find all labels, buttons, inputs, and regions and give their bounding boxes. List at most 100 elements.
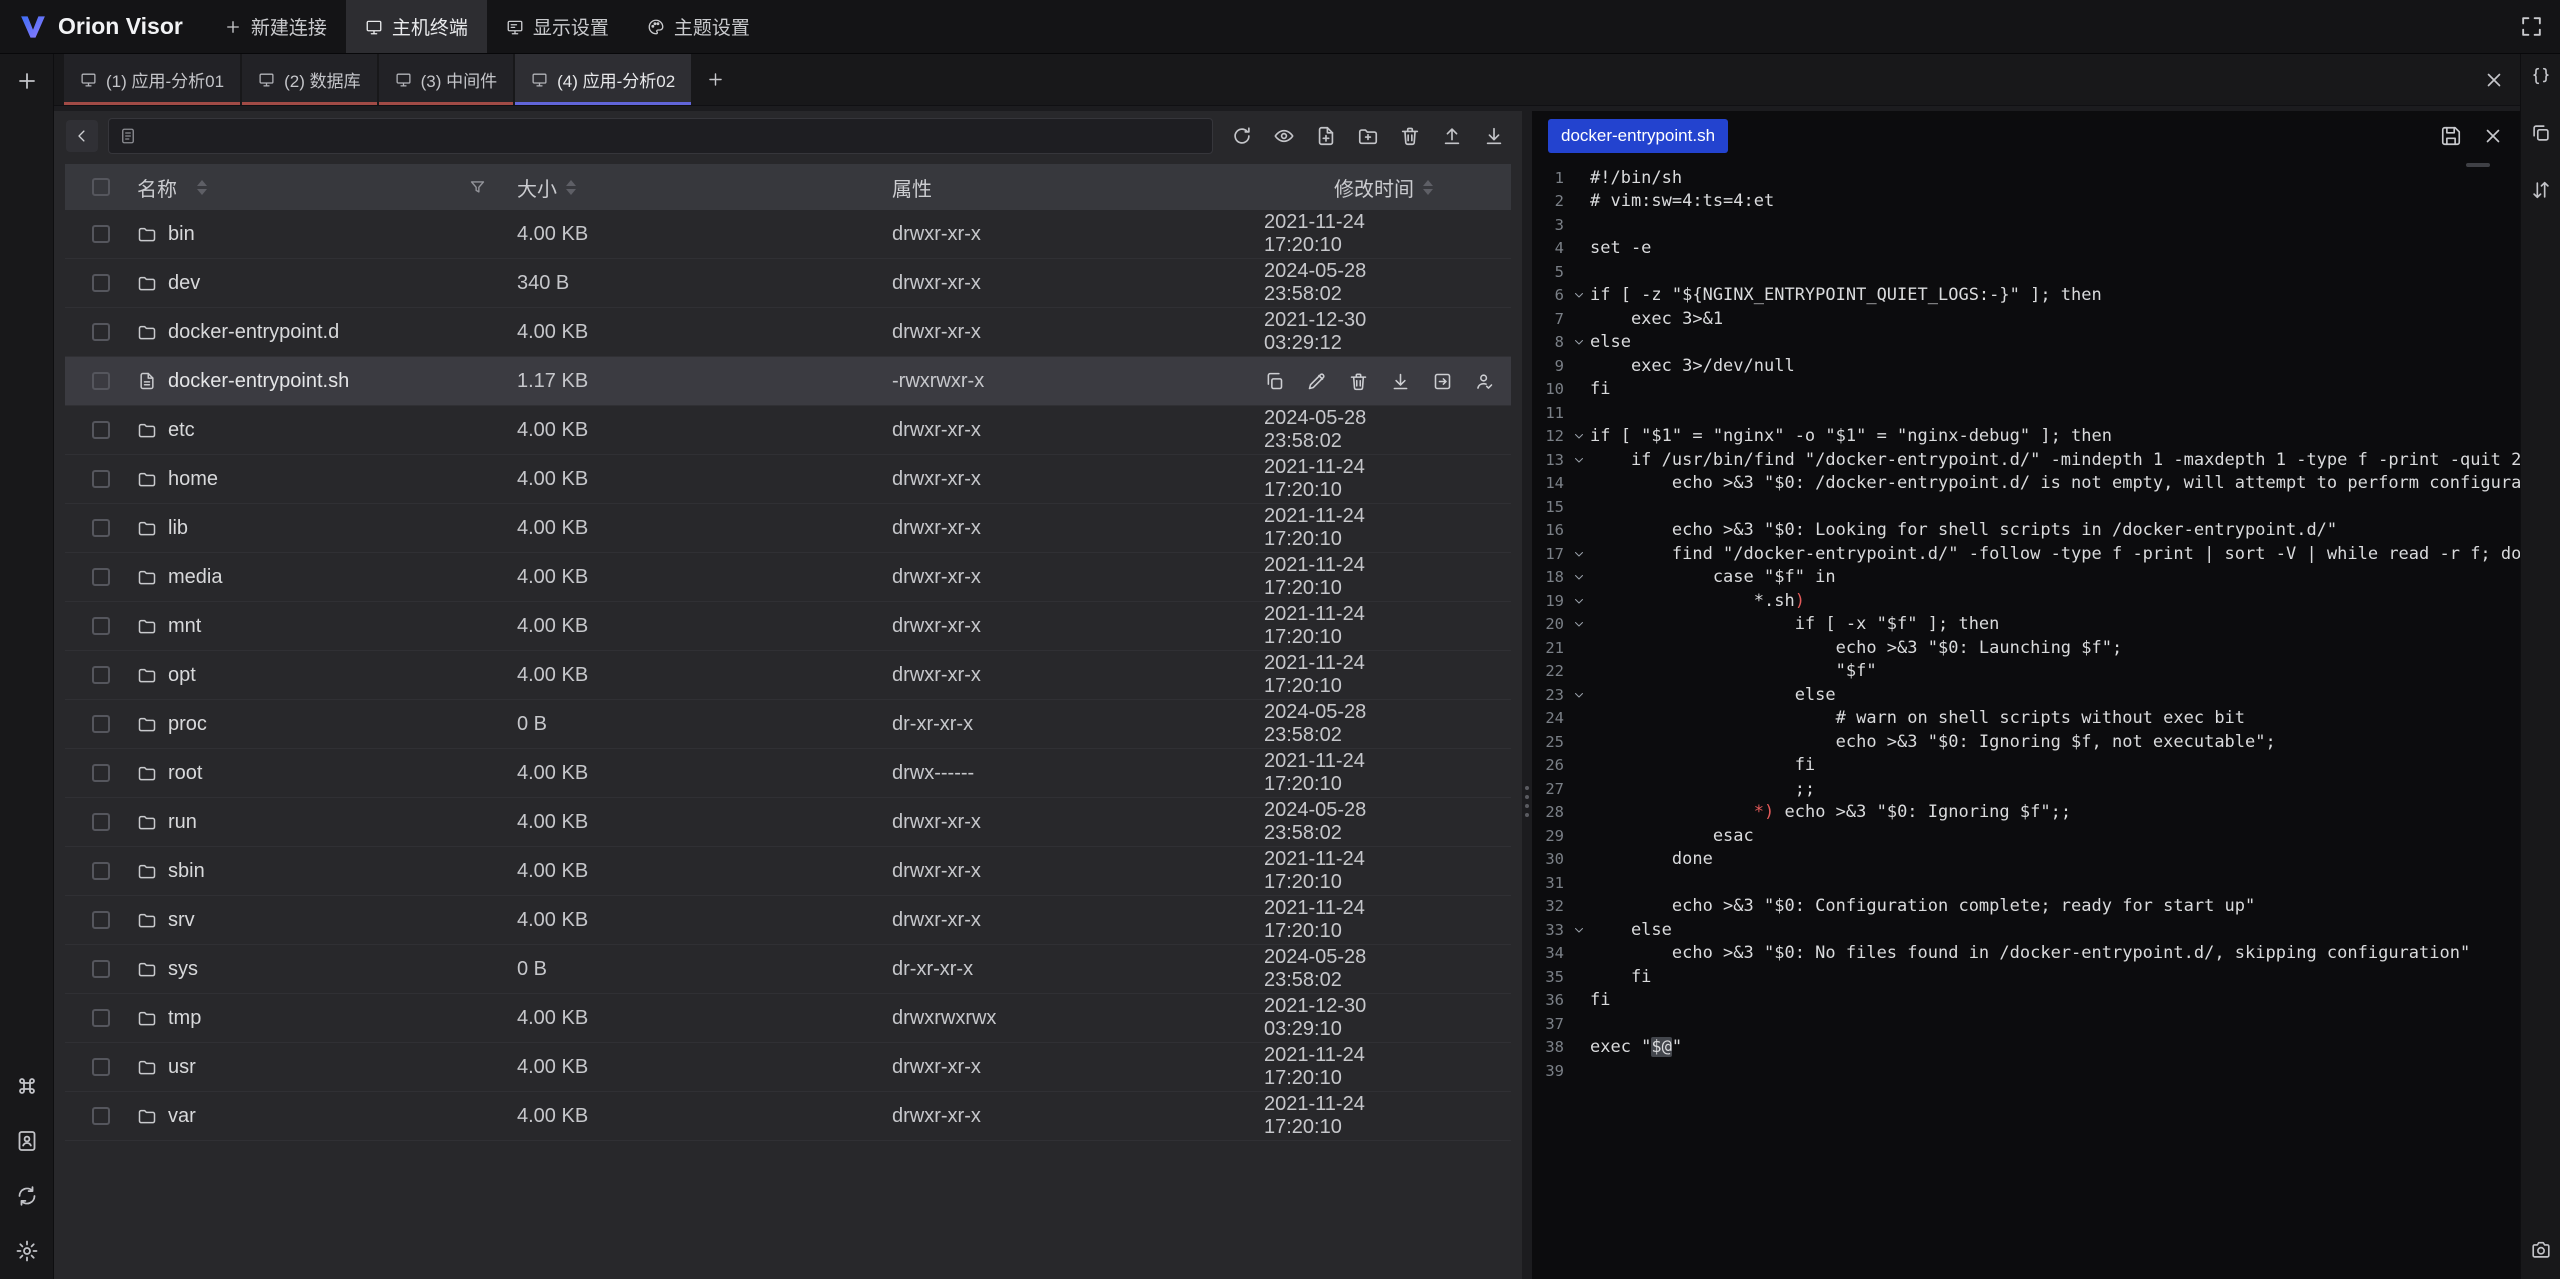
file-row-run[interactable]: run4.00 KBdrwxr-xr-x2024-05-28 23:58:02 (65, 798, 1511, 847)
file-row-sys[interactable]: sys0 Bdr-xr-xr-x2024-05-28 23:58:02 (65, 945, 1511, 994)
refresh-button[interactable] (1225, 120, 1258, 153)
file-row-etc[interactable]: etc4.00 KBdrwxr-xr-x2024-05-28 23:58:02 (65, 406, 1511, 455)
upload-button[interactable] (1435, 120, 1468, 153)
column-header-size[interactable]: 大小 (517, 173, 892, 202)
close-panel-icon[interactable] (2483, 69, 2505, 91)
file-name[interactable]: usr (168, 1056, 196, 1079)
contacts-icon[interactable] (15, 1129, 39, 1153)
nav-item-theme-settings[interactable]: 主题设置 (628, 0, 769, 53)
file-name[interactable]: srv (168, 909, 195, 932)
file-row-docker-entrypoint.d[interactable]: docker-entrypoint.d4.00 KBdrwxr-xr-x2021… (65, 308, 1511, 357)
fold-chevron-icon[interactable] (1568, 594, 1590, 608)
file-name[interactable]: opt (168, 664, 196, 687)
row-checkbox[interactable] (92, 911, 110, 929)
file-row-tmp[interactable]: tmp4.00 KBdrwxrwxrwx2021-12-30 03:29:10 (65, 994, 1511, 1043)
session-tab-3[interactable]: (3) 中间件 (379, 54, 514, 105)
path-input[interactable] (145, 126, 1202, 146)
fold-chevron-icon[interactable] (1568, 429, 1590, 443)
row-checkbox[interactable] (92, 372, 110, 390)
permission-icon[interactable] (1474, 371, 1495, 392)
sort-carets-icon[interactable] (197, 180, 207, 195)
nav-item-host-terminal[interactable]: 主机终端 (346, 0, 487, 53)
fold-chevron-icon[interactable] (1568, 923, 1590, 937)
delete-icon[interactable] (1348, 371, 1369, 392)
save-icon[interactable] (2440, 125, 2462, 147)
row-checkbox[interactable] (92, 813, 110, 831)
code-editor[interactable]: 1#!/bin/sh2# vim:sw=4:ts=4:et34set -e56i… (1532, 161, 2520, 1279)
app-logo[interactable]: Orion Visor (0, 12, 205, 42)
file-row-media[interactable]: media4.00 KBdrwxr-xr-x2021-11-24 17:20:1… (65, 553, 1511, 602)
row-checkbox[interactable] (92, 421, 110, 439)
copy-files-icon[interactable] (2530, 122, 2552, 144)
row-checkbox[interactable] (92, 470, 110, 488)
file-row-var[interactable]: var4.00 KBdrwxr-xr-x2021-11-24 17:20:10 (65, 1092, 1511, 1141)
sort-carets-icon[interactable] (566, 180, 576, 195)
row-checkbox[interactable] (92, 960, 110, 978)
camera-icon[interactable] (2530, 1239, 2552, 1261)
fold-chevron-icon[interactable] (1568, 288, 1590, 302)
file-name[interactable]: etc (168, 419, 195, 442)
row-checkbox[interactable] (92, 1058, 110, 1076)
session-tab-4[interactable]: (4) 应用-分析02 (515, 54, 691, 105)
row-checkbox[interactable] (92, 764, 110, 782)
row-checkbox[interactable] (92, 568, 110, 586)
file-name[interactable]: docker-entrypoint.sh (168, 370, 349, 393)
sort-carets-icon[interactable] (1423, 180, 1433, 195)
row-checkbox[interactable] (92, 666, 110, 684)
fold-chevron-icon[interactable] (1568, 335, 1590, 349)
sync-icon[interactable] (15, 1184, 39, 1208)
file-row-dev[interactable]: dev340 Bdrwxr-xr-x2024-05-28 23:58:02 (65, 259, 1511, 308)
row-checkbox[interactable] (92, 617, 110, 635)
show-hidden-button[interactable] (1267, 120, 1300, 153)
splitter-grip[interactable] (1525, 786, 1529, 817)
file-row-docker-entrypoint.sh[interactable]: docker-entrypoint.sh1.17 KB-rwxrwxr-x (65, 357, 1511, 406)
file-row-proc[interactable]: proc0 Bdr-xr-xr-x2024-05-28 23:58:02 (65, 700, 1511, 749)
row-checkbox[interactable] (92, 519, 110, 537)
new-file-button[interactable] (1309, 120, 1342, 153)
file-row-sbin[interactable]: sbin4.00 KBdrwxr-xr-x2021-11-24 17:20:10 (65, 847, 1511, 896)
row-checkbox[interactable] (92, 274, 110, 292)
fold-chevron-icon[interactable] (1568, 453, 1590, 467)
file-name[interactable]: media (168, 566, 222, 589)
download-icon[interactable] (1390, 371, 1411, 392)
file-name[interactable]: sys (168, 958, 198, 981)
plus-icon[interactable] (15, 69, 39, 93)
download-button[interactable] (1477, 120, 1510, 153)
fold-chevron-icon[interactable] (1568, 617, 1590, 631)
file-name[interactable]: var (168, 1105, 196, 1128)
file-name[interactable]: dev (168, 272, 200, 295)
fullscreen-icon[interactable] (2519, 14, 2544, 39)
file-name[interactable]: tmp (168, 1007, 201, 1030)
editor-file-tab[interactable]: docker-entrypoint.sh (1548, 119, 1728, 153)
copy-icon[interactable] (1264, 371, 1285, 392)
scrollbar-thumb[interactable] (2466, 163, 2490, 167)
file-row-opt[interactable]: opt4.00 KBdrwxr-xr-x2021-11-24 17:20:10 (65, 651, 1511, 700)
new-folder-button[interactable] (1351, 120, 1384, 153)
file-row-bin[interactable]: bin4.00 KBdrwxr-xr-x2021-11-24 17:20:10 (65, 210, 1511, 259)
session-tab-1[interactable]: (1) 应用-分析01 (64, 54, 240, 105)
file-row-lib[interactable]: lib4.00 KBdrwxr-xr-x2021-11-24 17:20:10 (65, 504, 1511, 553)
file-name[interactable]: proc (168, 713, 207, 736)
move-icon[interactable] (1432, 371, 1453, 392)
row-checkbox[interactable] (92, 1107, 110, 1125)
file-name[interactable]: docker-entrypoint.d (168, 321, 339, 344)
panel-splitter[interactable] (1522, 111, 1532, 1279)
select-all-checkbox[interactable] (92, 178, 110, 196)
nav-item-new-connection[interactable]: 新建连接 (205, 0, 346, 53)
file-row-root[interactable]: root4.00 KBdrwx------2021-11-24 17:20:10 (65, 749, 1511, 798)
edit-icon[interactable] (1306, 371, 1327, 392)
row-checkbox[interactable] (92, 323, 110, 341)
file-name[interactable]: home (168, 468, 218, 491)
file-row-home[interactable]: home4.00 KBdrwxr-xr-x2021-11-24 17:20:10 (65, 455, 1511, 504)
file-row-usr[interactable]: usr4.00 KBdrwxr-xr-x2021-11-24 17:20:10 (65, 1043, 1511, 1092)
file-row-srv[interactable]: srv4.00 KBdrwxr-xr-x2021-11-24 17:20:10 (65, 896, 1511, 945)
fold-chevron-icon[interactable] (1568, 688, 1590, 702)
fold-chevron-icon[interactable] (1568, 547, 1590, 561)
file-name[interactable]: mnt (168, 615, 201, 638)
row-checkbox[interactable] (92, 862, 110, 880)
file-row-mnt[interactable]: mnt4.00 KBdrwxr-xr-x2021-11-24 17:20:10 (65, 602, 1511, 651)
fold-chevron-icon[interactable] (1568, 570, 1590, 584)
nav-item-display-settings[interactable]: 显示设置 (487, 0, 628, 53)
filter-icon[interactable] (468, 178, 487, 197)
command-icon[interactable] (15, 1074, 39, 1098)
